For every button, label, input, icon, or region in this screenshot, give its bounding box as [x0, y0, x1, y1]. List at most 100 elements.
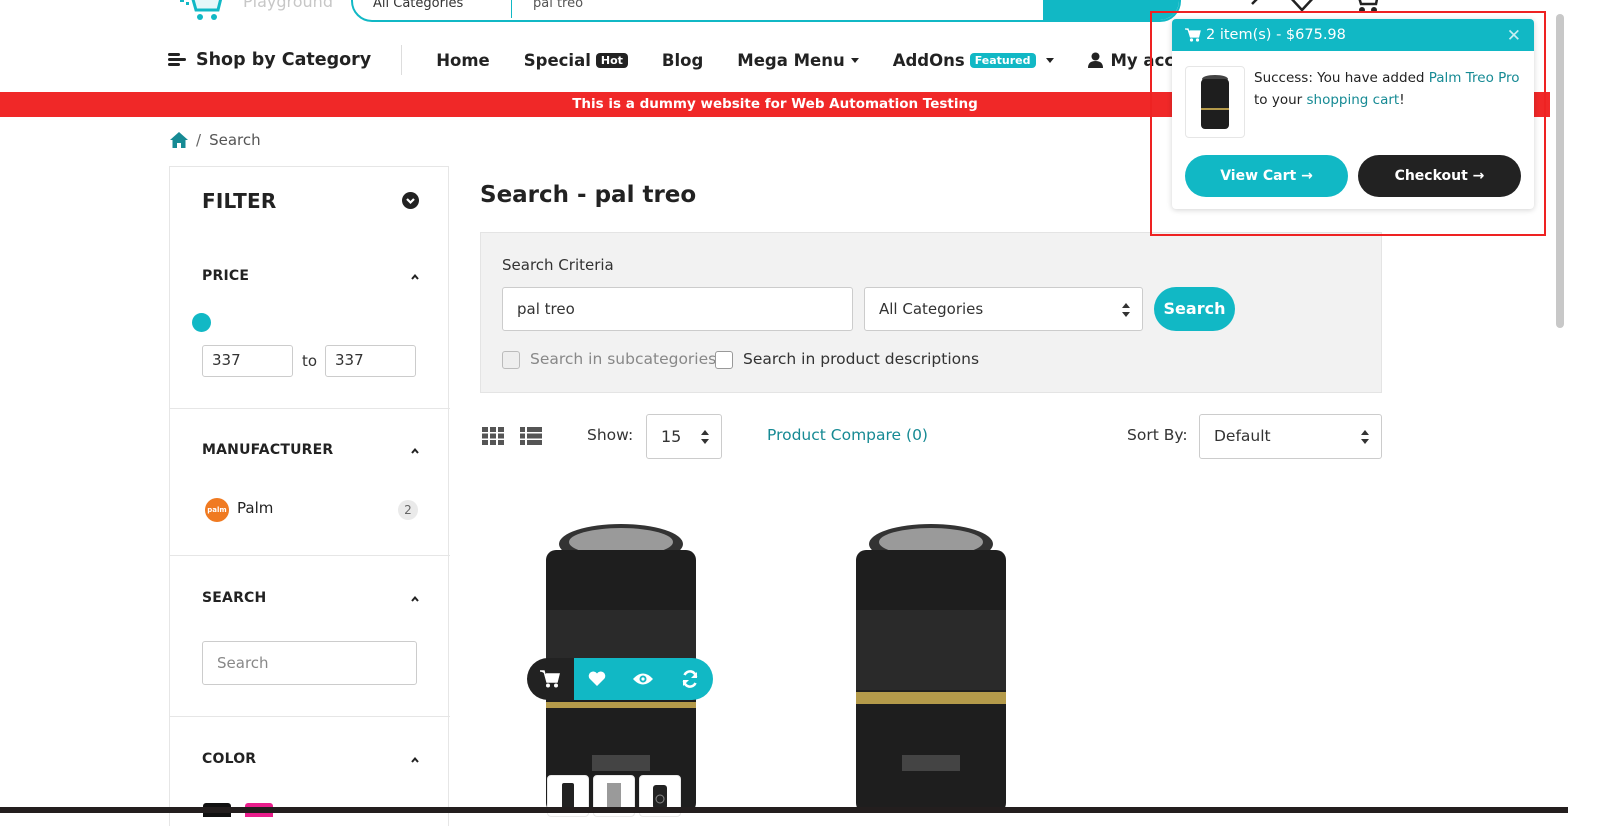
manufacturer-palm[interactable]: Palm: [237, 499, 273, 517]
lens-thumb-icon: [1201, 75, 1229, 129]
color-title: COLOR: [202, 751, 257, 767]
breadcrumb: / Search: [170, 131, 261, 149]
descriptions-label[interactable]: Search in product descriptions: [743, 350, 979, 368]
main-nav: Shop by Category Home Special Hot Blog Me…: [168, 40, 1231, 80]
chevron-up-icon[interactable]: [410, 272, 420, 282]
descriptions-checkbox[interactable]: [715, 351, 733, 369]
compare-button[interactable]: [666, 658, 713, 700]
nav-blog[interactable]: Blog: [662, 51, 703, 70]
price-min-input[interactable]: 337: [202, 345, 293, 377]
nav-mega-menu-label: Mega Menu: [737, 50, 845, 70]
refresh-icon: [682, 670, 698, 688]
menu-icon: [168, 53, 186, 67]
category-select[interactable]: All Categories: [864, 287, 1143, 331]
subcategories-label[interactable]: Search in subcategories: [530, 350, 716, 368]
filter-header: FILTER: [170, 167, 450, 241]
show-label: Show:: [587, 426, 634, 444]
chevron-down-icon: [406, 198, 415, 205]
checkout-button[interactable]: Checkout →: [1358, 155, 1521, 197]
chevron-up-icon[interactable]: [410, 594, 420, 604]
cart-success-message: Success: You have added Palm Treo Pro to…: [1254, 67, 1524, 111]
manufacturer-title: MANUFACTURER: [202, 442, 334, 458]
subcategories-checkbox[interactable]: [502, 351, 520, 369]
breadcrumb-current[interactable]: Search: [209, 131, 261, 149]
add-to-cart-button[interactable]: [527, 658, 574, 700]
list-view-icon[interactable]: [520, 427, 542, 445]
nav-special-label: Special: [523, 50, 591, 70]
nav-mega-menu[interactable]: Mega Menu: [737, 50, 859, 70]
search-section: SEARCH: [170, 556, 450, 717]
caret-down-icon: [850, 57, 859, 63]
select-arrows-icon: [701, 430, 709, 444]
header-search-category[interactable]: All Categories: [373, 0, 463, 11]
add-to-wishlist-button[interactable]: [573, 658, 620, 700]
header-search-input[interactable]: pal treo: [533, 0, 583, 11]
price-title: PRICE: [202, 268, 250, 284]
manufacturer-section: MANUFACTURER: [170, 409, 450, 556]
breadcrumb-separator: /: [196, 131, 202, 149]
message-text: !: [1399, 92, 1405, 108]
nav-blog-label: Blog: [661, 50, 704, 70]
logo-text[interactable]: Playground: [243, 0, 333, 11]
product-link[interactable]: Palm Treo Pro: [1429, 70, 1520, 86]
chevron-up-icon[interactable]: [410, 755, 420, 765]
eye-icon: [633, 673, 654, 685]
shop-by-category-label: Shop by Category: [196, 50, 372, 70]
show-count-select[interactable]: 15: [646, 414, 722, 459]
logo-cart-icon[interactable]: [178, 0, 224, 22]
product-compare-link[interactable]: Product Compare (0): [767, 426, 928, 444]
nav-addons-label: AddOns: [892, 50, 965, 70]
quick-view-button[interactable]: [620, 658, 667, 700]
cart-product-thumbnail: [1185, 66, 1245, 138]
select-arrows-icon: [1122, 303, 1130, 317]
divider: [511, 0, 512, 18]
view-cart-button[interactable]: View Cart →: [1185, 155, 1348, 197]
nav-addons[interactable]: AddOns Featured: [893, 51, 1054, 70]
featured-badge: Featured: [969, 52, 1036, 68]
user-icon: [1087, 52, 1103, 68]
cart-summary: 2 item(s) - $675.98: [1206, 27, 1346, 43]
search-criteria-label: Search Criteria: [502, 256, 614, 274]
nav-home[interactable]: Home: [436, 51, 490, 70]
page-scrollbar[interactable]: [1553, 0, 1568, 813]
cart-icon: [540, 670, 561, 688]
page-title: Search - pal treo: [480, 182, 697, 208]
cart-notification-header: 2 item(s) - $675.98: [1172, 19, 1534, 51]
home-icon[interactable]: [170, 132, 188, 148]
palm-logo: palm: [205, 498, 229, 522]
filter-collapse-toggle[interactable]: [402, 192, 419, 209]
sort-by-select[interactable]: Default: [1199, 414, 1382, 459]
product-card[interactable]: [480, 480, 760, 813]
shop-by-category-button[interactable]: Shop by Category: [168, 45, 403, 75]
price-slider-handle[interactable]: [192, 313, 211, 332]
nav-home-label: Home: [436, 50, 490, 70]
scrollbar-thumb[interactable]: [1556, 14, 1564, 328]
cart-icon: [1185, 28, 1201, 42]
search-criteria-panel: Search Criteria pal treo All Categories …: [480, 232, 1382, 393]
window-bottom-edge: [0, 807, 1568, 813]
close-icon[interactable]: ✕: [1507, 26, 1521, 46]
product-action-bar: [527, 658, 713, 700]
hot-badge: Hot: [595, 52, 628, 68]
product-image[interactable]: [852, 520, 1010, 813]
search-button[interactable]: Search: [1154, 287, 1235, 331]
price-section: PRICE: [170, 241, 450, 409]
header-search: All Categories pal treo SEARCH: [351, 0, 1181, 22]
heart-icon: [588, 671, 606, 686]
category-select-value: All Categories: [879, 300, 984, 318]
nav-special[interactable]: Special Hot: [524, 51, 628, 70]
chevron-up-icon[interactable]: [410, 446, 420, 456]
product-card[interactable]: [790, 480, 1070, 813]
price-max-input[interactable]: 337: [325, 345, 416, 377]
grid-view-icon[interactable]: [482, 427, 504, 445]
sort-by-value: Default: [1214, 427, 1271, 445]
select-arrows-icon: [1361, 430, 1369, 444]
filter-title: FILTER: [202, 189, 277, 213]
shopping-cart-link[interactable]: shopping cart: [1307, 92, 1400, 108]
sort-by-label: Sort By:: [1127, 426, 1188, 444]
manufacturer-count: 2: [398, 500, 418, 520]
sidebar-search-input[interactable]: Search: [202, 641, 417, 685]
message-text: Success: You have added: [1254, 70, 1429, 86]
message-text: to your: [1254, 92, 1307, 108]
search-criteria-input[interactable]: pal treo: [502, 287, 853, 331]
